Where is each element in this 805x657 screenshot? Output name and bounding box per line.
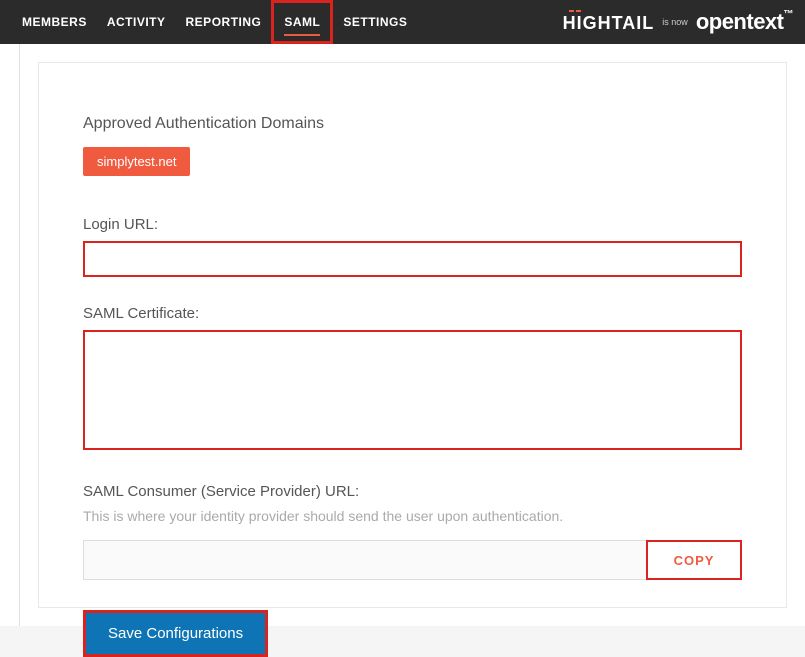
trademark-icon: ™	[784, 9, 794, 20]
login-url-row: Login URL:	[83, 216, 742, 277]
content-area: Approved Authentication Domains simplyte…	[20, 44, 805, 626]
hightail-text: HIGHTAIL	[563, 13, 655, 34]
top-bar: MEMBERS ACTIVITY REPORTING SAML SETTINGS…	[0, 0, 805, 44]
tab-activity[interactable]: ACTIVITY	[97, 0, 176, 44]
left-rail	[0, 44, 20, 626]
save-configurations-button[interactable]: Save Configurations	[83, 610, 268, 657]
login-url-label: Login URL:	[83, 216, 742, 233]
tab-members[interactable]: MEMBERS	[12, 0, 97, 44]
consumer-url-input[interactable]	[83, 540, 647, 580]
login-url-input[interactable]	[83, 241, 742, 277]
tab-settings[interactable]: SETTINGS	[333, 0, 417, 44]
saml-cert-row: SAML Certificate:	[83, 305, 742, 455]
consumer-url-help: This is where your identity provider sho…	[83, 508, 742, 524]
consumer-url-section: SAML Consumer (Service Provider) URL: Th…	[83, 483, 742, 580]
isnow-text: is now	[662, 17, 688, 27]
tab-saml[interactable]: SAML	[271, 0, 333, 44]
hightail-accent-icon	[569, 10, 581, 12]
tab-reporting[interactable]: REPORTING	[176, 0, 272, 44]
consumer-url-label: SAML Consumer (Service Provider) URL:	[83, 483, 742, 500]
page-wrap: Approved Authentication Domains simplyte…	[0, 44, 805, 626]
opentext-logo: opentext™	[696, 9, 793, 35]
opentext-text: opentext	[696, 9, 784, 34]
consumer-url-row: COPY	[83, 540, 742, 580]
saml-cert-label: SAML Certificate:	[83, 305, 742, 322]
copy-button[interactable]: COPY	[646, 540, 742, 580]
saml-cert-input[interactable]	[83, 330, 742, 450]
brand-area: HIGHTAIL is now opentext™	[563, 9, 793, 35]
hightail-logo: HIGHTAIL	[563, 10, 655, 34]
domain-chip[interactable]: simplytest.net	[83, 147, 190, 176]
approved-domains-title: Approved Authentication Domains	[83, 115, 742, 133]
saml-panel: Approved Authentication Domains simplyte…	[38, 62, 787, 608]
nav-tabs: MEMBERS ACTIVITY REPORTING SAML SETTINGS	[12, 0, 417, 44]
